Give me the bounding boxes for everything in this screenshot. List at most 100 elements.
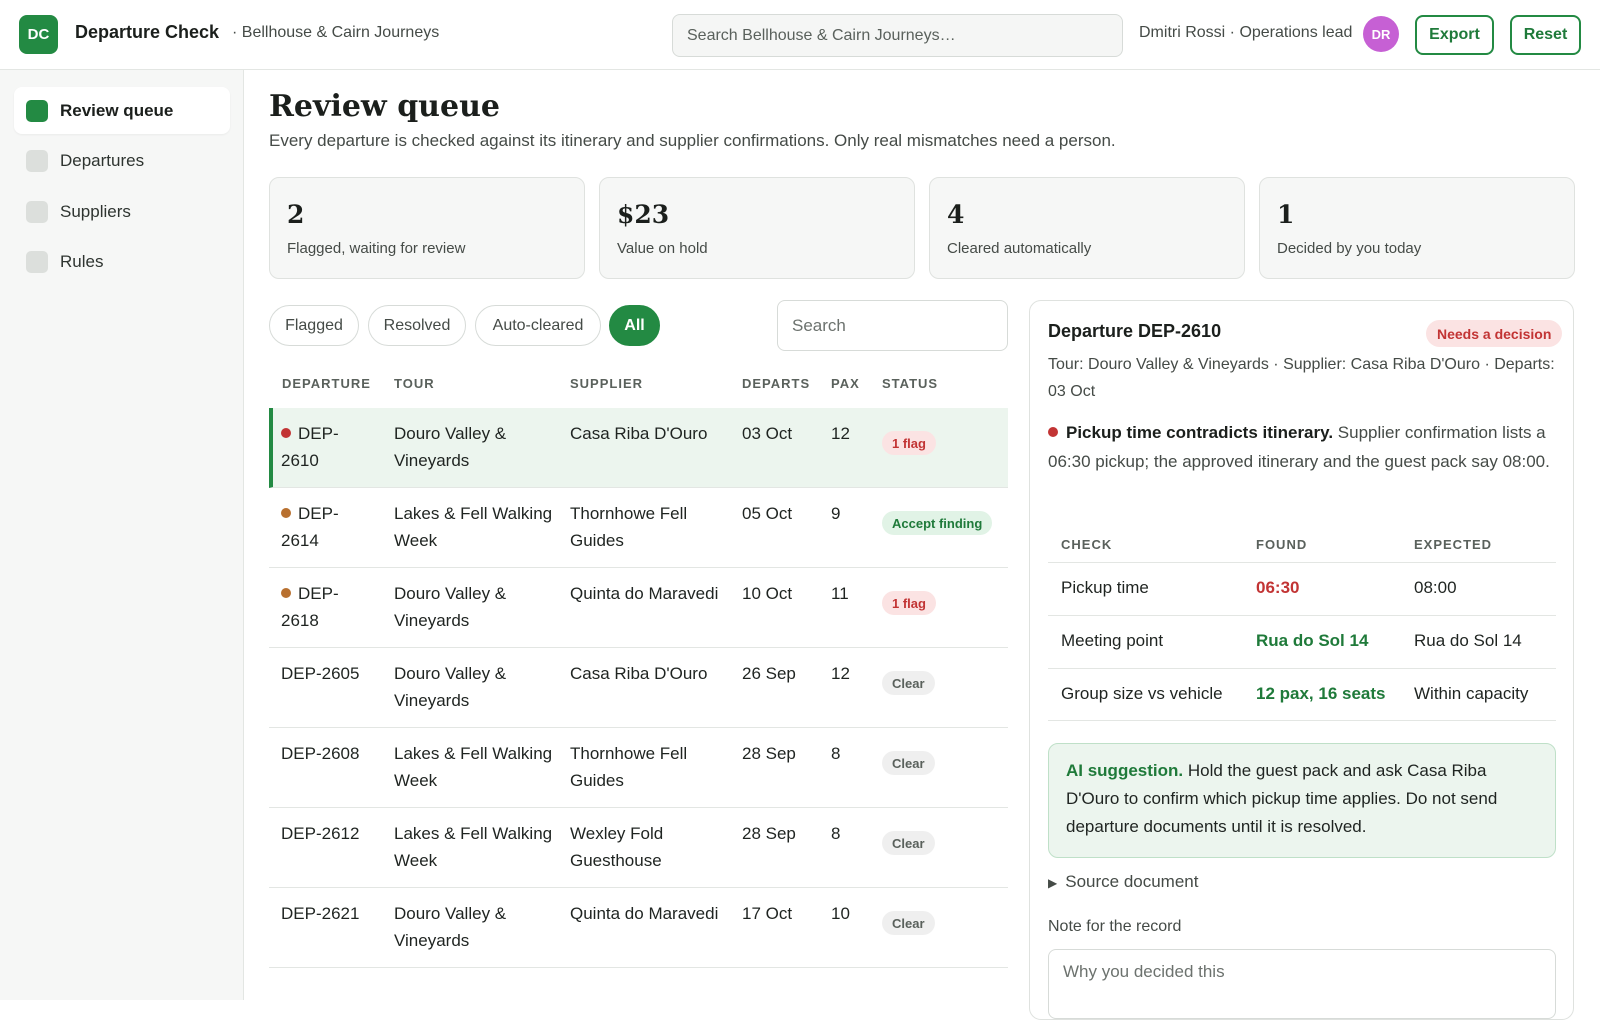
global-search-input[interactable]: Search Bellhouse & Cairn Journeys…	[672, 14, 1123, 57]
table-row[interactable]: DEP-2618 Douro Valley & Vineyards Quinta d…	[269, 568, 1008, 648]
departure-id: DEP-2608	[281, 744, 360, 763]
sidebar-item-label: Departures	[60, 150, 145, 170]
status-badge: Clear	[882, 671, 935, 695]
table-row[interactable]: DEP-2614 Lakes & Fell Walking Week Thornho…	[269, 488, 1008, 568]
check-row: Group size vs vehicle 12 pax, 16 seats W…	[1048, 668, 1556, 721]
table-row[interactable]: DEP-2621 Douro Valley & Vineyards Quinta d…	[269, 888, 1008, 968]
column-header-status[interactable]: STATUS	[882, 376, 938, 391]
cell-departure: DEP-2612	[281, 820, 376, 847]
flag-dot-icon	[1048, 427, 1058, 437]
top-bar: DC Departure Check · Bellhouse & Cairn J…	[0, 0, 1600, 70]
cell-departs: 28 Sep	[742, 744, 796, 763]
cell-tour: Douro Valley & Vineyards	[394, 424, 507, 470]
stat-label: Value on hold	[617, 240, 708, 257]
cell-pax: 10	[831, 904, 850, 923]
column-header-supplier[interactable]: SUPPLIER	[570, 376, 643, 391]
cell-departure: DEP-2605	[281, 660, 376, 687]
table-row[interactable]: DEP-2605 Douro Valley & Vineyards Casa Rib…	[269, 648, 1008, 728]
cell-pax: 12	[831, 664, 850, 683]
cell-tour: Douro Valley & Vineyards	[394, 904, 507, 950]
check-column-expected: EXPECTED	[1414, 537, 1493, 552]
filter-flagged[interactable]: Flagged	[269, 305, 359, 346]
export-button[interactable]: Export	[1415, 15, 1494, 55]
status-badge: Accept finding	[882, 511, 993, 535]
check-found: 06:30	[1256, 578, 1300, 597]
check-expected: Within capacity	[1414, 684, 1529, 703]
cell-departure: DEP-2610	[281, 420, 376, 474]
check-row: Pickup time 06:30 08:00	[1048, 562, 1556, 615]
check-expected: 08:00	[1414, 578, 1457, 597]
column-header-departure[interactable]: DEPARTURE	[282, 376, 371, 391]
table-row[interactable]: DEP-2610 Douro Valley & Vineyards Casa Rib…	[269, 408, 1008, 488]
table-row[interactable]: DEP-2612 Lakes & Fell Walking Week Wexley …	[269, 808, 1008, 888]
sidebar-item-label: Rules	[60, 251, 104, 271]
filter-resolved[interactable]: Resolved	[368, 305, 466, 346]
note-label: Note for the record	[1048, 918, 1182, 935]
status-badge: Clear	[882, 751, 935, 775]
column-header-pax[interactable]: PAX	[831, 376, 860, 391]
cell-departs: 03 Oct	[742, 424, 793, 443]
app-name: Departure Check	[75, 22, 220, 42]
cell-departs: 17 Oct	[742, 904, 793, 923]
cell-departure: DEP-2621	[281, 900, 376, 927]
check-row: Meeting point Rua do Sol 14 Rua do Sol 1…	[1048, 615, 1556, 668]
detail-title: Departure DEP-2610	[1048, 321, 1222, 341]
sidebar-item-review-queue[interactable]: Review queue	[14, 87, 230, 134]
finding-title: Pickup time contradicts itinerary.	[1066, 423, 1334, 442]
avatar[interactable]: DR	[1363, 16, 1399, 52]
suppliers-icon	[26, 200, 48, 223]
filter-auto-cleared[interactable]: Auto-cleared	[475, 305, 601, 346]
cell-supplier: Wexley Fold Guesthouse	[570, 824, 664, 870]
table-row[interactable]: DEP-2608 Lakes & Fell Walking Week Thornho…	[269, 728, 1008, 808]
check-found: Rua do Sol 14	[1256, 631, 1369, 650]
note-textarea[interactable]: Why you decided this	[1048, 949, 1556, 1019]
flag-dot-icon	[281, 588, 291, 598]
sidebar-item-label: Suppliers	[60, 201, 131, 221]
check-expected: Rua do Sol 14	[1414, 631, 1522, 650]
page-subtitle: Every departure is checked against its i…	[269, 131, 1116, 150]
stat-card-auto-cleared: 4 Cleared automatically	[929, 177, 1245, 279]
column-header-departs[interactable]: DEPARTS	[742, 376, 810, 391]
cell-supplier: Quinta do Maravedi	[570, 584, 719, 603]
table-search-input[interactable]: Search	[777, 300, 1008, 351]
stat-card-value-on-hold: $23 Value on hold	[599, 177, 915, 279]
source-document-toggle[interactable]: ▶ Source document	[1048, 872, 1198, 892]
cell-pax: 9	[831, 504, 841, 523]
cell-pax: 11	[831, 584, 849, 603]
sidebar-item-departures[interactable]: Departures	[14, 137, 230, 184]
filter-all[interactable]: All	[609, 305, 660, 346]
cell-departure: DEP-2614	[281, 500, 376, 554]
cell-tour: Douro Valley & Vineyards	[394, 664, 507, 710]
cell-departs: 28 Sep	[742, 824, 796, 843]
cell-departs: 26 Sep	[742, 664, 796, 683]
cell-tour: Douro Valley & Vineyards	[394, 584, 507, 630]
cell-pax: 8	[831, 744, 841, 763]
flag-dot-icon	[281, 508, 291, 518]
check-column-found: FOUND	[1256, 537, 1308, 552]
reset-button[interactable]: Reset	[1510, 15, 1581, 55]
check-name: Pickup time	[1061, 578, 1149, 597]
sidebar-item-suppliers[interactable]: Suppliers	[14, 188, 230, 235]
flag-dot-icon	[281, 428, 291, 438]
cell-tour: Lakes & Fell Walking Week	[394, 744, 553, 790]
cell-supplier: Thornhowe Fell Guides	[570, 744, 688, 790]
status-badge: Clear	[882, 911, 935, 935]
cell-departs: 10 Oct	[742, 584, 793, 603]
sidebar-item-rules[interactable]: Rules	[14, 238, 230, 285]
app-logo[interactable]: DC	[19, 15, 58, 54]
column-header-tour[interactable]: TOUR	[394, 376, 435, 391]
cell-pax: 8	[831, 824, 841, 843]
cell-pax: 12	[831, 424, 850, 443]
sidebar-item-label: Review queue	[60, 100, 174, 120]
cell-departs: 05 Oct	[742, 504, 793, 523]
departure-id: DEP-2621	[281, 904, 360, 923]
check-column-check: CHECK	[1061, 537, 1113, 552]
stat-card-decided-today: 1 Decided by you today	[1259, 177, 1575, 279]
review-queue-icon	[26, 99, 48, 122]
stat-value: 4	[947, 200, 965, 229]
departure-detail-panel: Departure DEP-2610 Needs a decision Tour…	[1029, 300, 1574, 1020]
sidebar: Review queue Departures Suppliers Rules	[0, 70, 244, 1000]
cell-departure: DEP-2618	[281, 580, 376, 634]
cell-supplier: Quinta do Maravedi	[570, 904, 719, 923]
departure-id: DEP-2605	[281, 664, 360, 683]
